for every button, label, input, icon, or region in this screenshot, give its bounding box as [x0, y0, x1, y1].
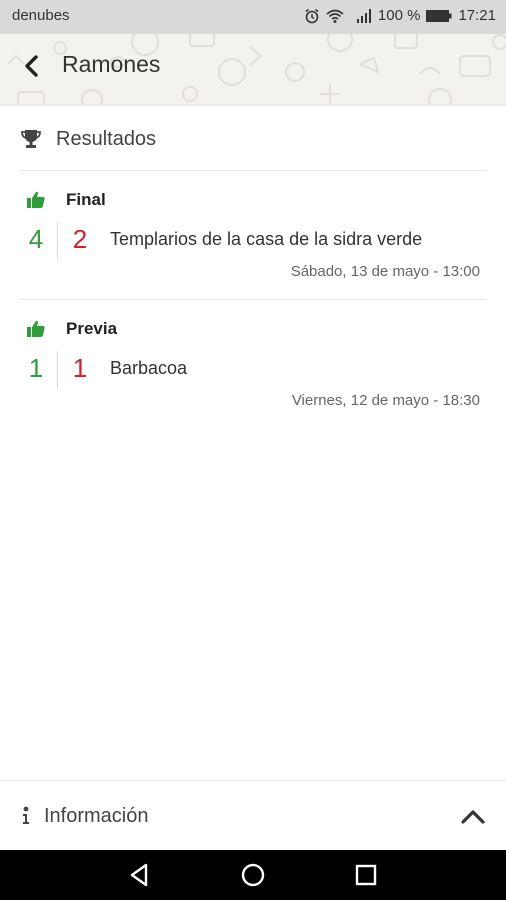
away-score: 2 [72, 224, 88, 254]
match-date: Viernes, 12 de mayo - 18:30 [291, 392, 480, 409]
information-label: Información [44, 805, 149, 827]
score-separator [57, 351, 58, 389]
away-score: 1 [72, 353, 88, 383]
section-divider [20, 170, 485, 171]
nav-back-button[interactable] [127, 862, 153, 888]
status-bar: denubes 100 % 17:21 [0, 0, 506, 34]
nav-home-button[interactable] [240, 862, 266, 888]
home-score: 1 [28, 353, 44, 383]
score-separator [57, 222, 58, 260]
info-icon [23, 806, 29, 824]
app-header: Ramones [0, 34, 506, 104]
section-title: Resultados [56, 127, 157, 150]
header-divider [0, 104, 506, 107]
back-button[interactable] [18, 52, 46, 80]
chevron-left-icon [25, 55, 38, 77]
battery-percentage: 100 % [377, 7, 421, 24]
status-icons: 100 % 17:21 [304, 7, 496, 24]
home-score: 4 [28, 224, 44, 254]
trophy-icon [21, 130, 41, 148]
match-phase: Previa [66, 319, 118, 338]
page-title: Ramones [62, 51, 161, 77]
chevron-up-icon[interactable] [460, 808, 486, 826]
opponent-name: Templarios de la casa de la sidra verde [110, 229, 423, 249]
home-circle-icon [241, 863, 265, 887]
thumbs-up-icon [27, 191, 45, 208]
alarm-icon [304, 8, 320, 24]
match-date: Sábado, 13 de mayo - 13:00 [290, 263, 480, 280]
signal-icon [356, 8, 372, 24]
match-divider [20, 299, 485, 300]
information-panel-toggle[interactable]: Información [0, 780, 506, 851]
opponent-name: Barbacoa [110, 358, 188, 378]
match-phase: Final [66, 190, 106, 209]
results-section-header: Resultados [20, 124, 156, 154]
back-triangle-icon [130, 863, 148, 887]
match-header: Previa [26, 319, 117, 339]
recents-square-icon [355, 864, 377, 886]
wifi-icon [326, 8, 344, 24]
carrier-name: denubes [12, 7, 70, 24]
match-header: Final [26, 190, 106, 210]
battery-icon [426, 9, 452, 23]
nav-recents-button[interactable] [353, 862, 379, 888]
clock-time: 17:21 [458, 7, 496, 24]
system-navigation-bar [0, 850, 506, 900]
thumbs-up-icon [27, 320, 45, 337]
